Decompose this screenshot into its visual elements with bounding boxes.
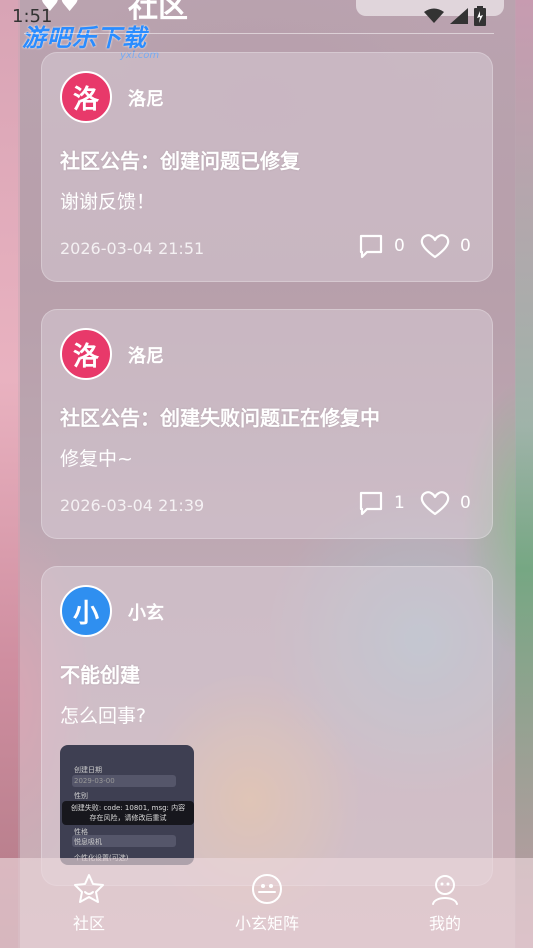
avatar[interactable]: 小 (60, 585, 112, 637)
status-icons (424, 6, 486, 26)
comment-count: 1 (394, 493, 405, 513)
post-title: 不能创建 (60, 663, 140, 687)
post-card[interactable]: 洛 洛尼 社区公告：创建失败问题正在修复中 修复中~ 2026-03-04 21… (41, 309, 493, 539)
background-edge-left (0, 0, 20, 948)
header-divider (24, 33, 494, 34)
like-button[interactable]: 0 (420, 490, 471, 516)
nav-label: 小玄矩阵 (234, 914, 299, 933)
thumb-label: 创建日期 (74, 766, 102, 774)
like-count: 0 (460, 236, 471, 256)
star-icon (74, 874, 104, 903)
comment-icon (359, 491, 383, 516)
battery-icon (474, 6, 486, 26)
avatar[interactable]: 洛 (60, 328, 112, 380)
post-timestamp: 2026-03-04 21:39 (60, 496, 205, 515)
heart-icon (420, 234, 450, 259)
author-name[interactable]: 洛尼 (128, 85, 164, 111)
post-body: 怎么回事? (60, 705, 147, 727)
thumb-value: 悦息吸机 (74, 838, 102, 846)
comment-button[interactable]: 1 (358, 490, 405, 516)
like-button[interactable]: 0 (420, 233, 471, 259)
nav-tab-mine[interactable]: 我的 (390, 872, 500, 934)
post-timestamp: 2026-03-04 21:51 (60, 239, 205, 258)
background-edge-right (515, 0, 533, 948)
heart-icon (420, 491, 450, 516)
bottom-navigation: 社区 小玄矩阵 我的 (0, 858, 533, 948)
comment-icon (359, 234, 383, 259)
avatar[interactable]: 洛 (60, 71, 112, 123)
nav-tab-matrix[interactable]: 小玄矩阵 (212, 872, 322, 934)
nav-tab-community[interactable]: 社区 (34, 872, 144, 934)
wifi-icon (424, 8, 444, 23)
post-card[interactable]: 洛 洛尼 社区公告：创建问题已修复 谢谢反馈！ 2026-03-04 21:51… (41, 52, 493, 282)
thumb-label: 性别 (74, 792, 88, 800)
chat-bubble-icon (251, 873, 283, 905)
watermark-logo: 游吧乐下载 (22, 24, 147, 52)
thumb-value: 2029-03-00 (74, 777, 115, 785)
post-card[interactable]: 小 小玄 不能创建 怎么回事? 创建日期 2029-03-00 性别 创建失败:… (41, 566, 493, 886)
post-title: 社区公告：创建问题已修复 (60, 149, 300, 173)
signal-icon (450, 8, 468, 24)
author-name[interactable]: 洛尼 (128, 342, 164, 368)
post-body: 谢谢反馈！ (60, 191, 156, 213)
post-body: 修复中~ (60, 448, 133, 470)
comment-button[interactable]: 0 (358, 233, 405, 259)
comment-count: 0 (394, 236, 405, 256)
profile-icon (432, 875, 458, 905)
author-name[interactable]: 小玄 (128, 599, 164, 625)
error-toast: 创建失败: code: 10801, msg: 内容存在风险，请修改后重试 (62, 801, 194, 825)
post-title: 社区公告：创建失败问题正在修复中 (60, 406, 380, 430)
post-image-thumbnail[interactable]: 创建日期 2029-03-00 性别 创建失败: code: 10801, ms… (60, 745, 194, 865)
nav-label: 社区 (72, 914, 105, 933)
nav-label: 我的 (428, 914, 461, 933)
like-count: 0 (460, 493, 471, 513)
